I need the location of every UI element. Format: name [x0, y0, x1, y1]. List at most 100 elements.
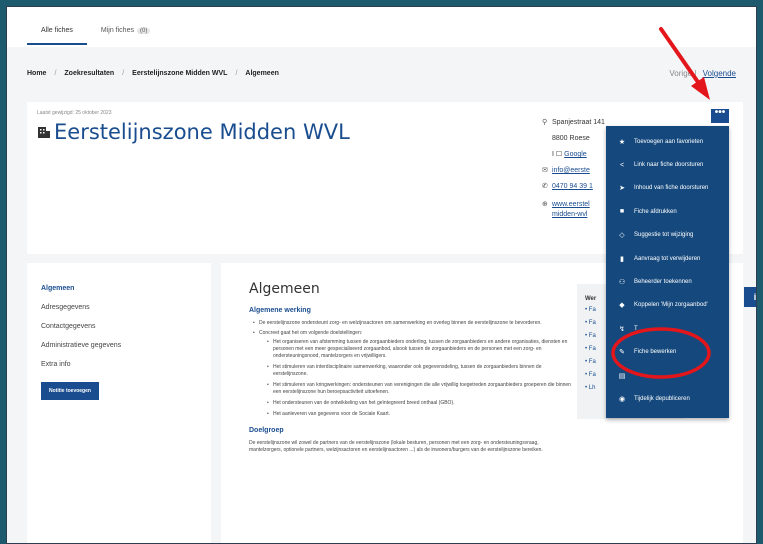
app-frame: Alle fiches Mijn fiches (0) Home / Zoekre…: [6, 6, 757, 544]
address-line1: Spanjestraat 141: [552, 119, 605, 126]
menu-item-label: Koppelen 'Mijn zorgaanbod': [634, 302, 708, 309]
more-options-button[interactable]: •••: [711, 108, 729, 123]
copy-icon: ▤: [618, 372, 626, 380]
nav-item-administratieve-gegevens[interactable]: Administratieve gegevens: [41, 342, 211, 349]
nav-item-algemeen[interactable]: Algemeen: [41, 285, 211, 292]
next-link[interactable]: Volgende: [703, 69, 736, 78]
share-icon: <: [619, 161, 625, 169]
menu-item-link[interactable]: ↯ T: [606, 317, 729, 340]
menu-item-label: Fiche bewerken: [634, 349, 677, 356]
related-item-label: Fa: [588, 333, 596, 339]
print-icon: ■: [619, 208, 625, 216]
external-link-icon: ☐: [555, 151, 563, 158]
prev-link[interactable]: Vorige: [669, 69, 692, 78]
phone-row: ✆ 0470 94 39 1: [542, 182, 605, 192]
list-item: De eerstelijnszone ondersteunt zorg- en …: [253, 320, 558, 327]
menu-item-label: Inhoud van fiche doorsturen: [634, 185, 709, 192]
doelgroep-text: De eerstelijnszone wil zowel de partners…: [249, 440, 543, 453]
menu-item-label: T: [634, 325, 638, 332]
mail-icon: ✉: [542, 167, 548, 174]
google-maps-link[interactable]: Google: [564, 151, 587, 158]
phone-icon: ✆: [542, 183, 548, 190]
pager: Vorige | Volgende: [669, 69, 736, 78]
website-link[interactable]: www.eerstel: [552, 200, 590, 210]
section-heading: Doelgroep: [249, 427, 284, 434]
menu-item-label: Beheerder toekennen: [634, 279, 692, 286]
menu-item-label: Link naar fiche doorsturen: [634, 162, 704, 169]
nav-item-contactgegevens[interactable]: Contactgegevens: [41, 323, 211, 330]
nav-item-extra-info[interactable]: Extra info: [41, 361, 211, 368]
breadcrumb-fiche[interactable]: Eerstelijnszone Midden WVL: [132, 70, 227, 77]
send-icon: ➤: [619, 185, 625, 193]
related-item-label: Fa: [588, 346, 596, 352]
menu-item-copy[interactable]: ▤: [606, 364, 729, 387]
tab-count-badge: (0): [136, 28, 151, 34]
menu-item-favorites[interactable]: ★ Toevoegen aan favorieten: [606, 130, 729, 153]
tab-my-fiches[interactable]: Mijn fiches (0): [87, 15, 164, 45]
info-tab-button[interactable]: i: [744, 287, 756, 307]
title-text: Eerstelijnszone Midden WVL: [54, 120, 350, 144]
fiche-tabs: Alle fiches Mijn fiches (0): [27, 15, 164, 45]
menu-item-send-content[interactable]: ➤ Inhoud van fiche doorsturen: [606, 177, 729, 200]
section-nav: Algemeen Adresgegevens Contactgegevens A…: [27, 263, 211, 543]
list-item: Het aanleveren van gegevens voor de Soci…: [267, 411, 572, 418]
globe-icon: ⊕: [542, 201, 548, 208]
list-item: Het stimuleren van kringwerkingen: onder…: [267, 382, 572, 396]
menu-item-label: Tijdelijk depubliceren: [634, 395, 690, 402]
phone-link[interactable]: 0470 94 39 1: [552, 182, 593, 192]
menu-item-assign-admin[interactable]: ⚇ Beheerder toekennen: [606, 270, 729, 293]
users-icon: ⚇: [618, 279, 626, 287]
menu-item-edit-fiche[interactable]: ✎ Fiche bewerken: [606, 341, 729, 364]
last-updated: Laatst gewijzigd: 25 oktober 2023: [37, 110, 112, 116]
breadcrumb-separator: /: [122, 70, 125, 77]
address-line2: 8800 Roese: [552, 135, 590, 142]
page-title: Eerstelijnszone Midden WVL: [37, 120, 350, 144]
top-bar: Alle fiches Mijn fiches (0): [7, 7, 756, 47]
add-note-button[interactable]: Notitie toevoegen: [41, 382, 99, 400]
list-item-text: Concreet gaat het om volgende doelstelli…: [259, 330, 363, 336]
menu-item-label: Aanvraag tot verwijderen: [634, 255, 701, 262]
breadcrumb-current: Algemeen: [245, 70, 279, 77]
menu-item-unpublish[interactable]: ◉ Tijdelijk depubliceren: [606, 387, 729, 410]
breadcrumb-home[interactable]: Home: [27, 70, 46, 77]
menu-item-share-link[interactable]: < Link naar fiche doorsturen: [606, 153, 729, 176]
email-link[interactable]: info@eerste: [552, 166, 590, 176]
eye-off-icon: ◉: [618, 395, 626, 403]
list-item: Concreet gaat het om volgende doelstelli…: [253, 330, 571, 418]
list-item: Het stimuleren van interdisciplinaire sa…: [267, 364, 572, 378]
breadcrumb: Home / Zoekresultaten / Eerstelijnszone …: [27, 70, 279, 77]
related-item-label: Fa: [588, 359, 596, 365]
related-item-label: Lh: [588, 385, 596, 391]
star-icon: ★: [618, 138, 626, 146]
breadcrumb-separator: /: [54, 70, 57, 77]
related-item-label: Fa: [588, 372, 596, 378]
location-pin-icon: ⚲: [542, 119, 548, 126]
list-item: Het organiseren van afstemming tussen de…: [267, 339, 572, 360]
website-link-cont[interactable]: midden-wvl: [552, 210, 590, 220]
menu-item-label: Suggestie tot wijziging: [634, 232, 694, 239]
tab-all-fiches[interactable]: Alle fiches: [27, 15, 87, 45]
building-icon: [38, 127, 50, 138]
suggestion-icon: ◇: [619, 232, 625, 240]
menu-item-suggestion[interactable]: ◇ Suggestie tot wijziging: [606, 224, 729, 247]
menu-item-link-zorgaanbod[interactable]: ◆ Koppelen 'Mijn zorgaanbod': [606, 294, 729, 317]
menu-item-label: Toevoegen aan favorieten: [634, 138, 704, 145]
list-item: Het ondersteunen van de ontwikkeling van…: [267, 400, 572, 407]
werking-list: De eerstelijnszone ondersteunt zorg- en …: [253, 320, 571, 418]
tab-label: Alle fiches: [41, 27, 73, 34]
breadcrumb-search-results[interactable]: Zoekresultaten: [64, 70, 114, 77]
pencil-icon: ✎: [619, 349, 625, 357]
breadcrumb-separator: /: [235, 70, 238, 77]
menu-item-delete-request[interactable]: ▮ Aanvraag tot verwijderen: [606, 247, 729, 270]
more-options-menu: ★ Toevoegen aan favorieten < Link naar fic…: [606, 126, 729, 418]
menu-item-print[interactable]: ■ Fiche afdrukken: [606, 200, 729, 223]
contact-block: ⚲ Spanjestraat 141 8800 Roese I ☐ Google…: [542, 118, 605, 226]
related-item-label: Fa: [588, 320, 596, 326]
sub-list: Het organiseren van afstemming tussen de…: [267, 339, 572, 418]
related-item-label: Fa: [588, 307, 596, 313]
nav-item-adresgegevens[interactable]: Adresgegevens: [41, 304, 211, 311]
link-icon: ↯: [619, 325, 625, 333]
email-row: ✉ info@eerste: [542, 166, 605, 176]
tag-icon: ◆: [619, 302, 625, 310]
tab-label: Mijn fiches: [100, 27, 134, 34]
